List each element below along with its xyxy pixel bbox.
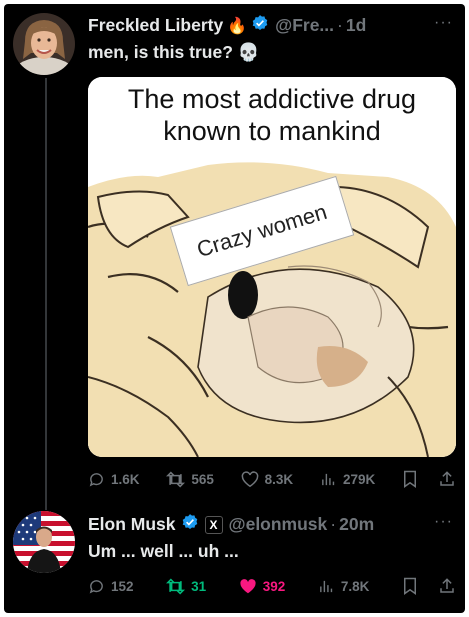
tweet-media-image[interactable]: The most addictive drug known to mankind… <box>88 77 456 457</box>
fire-emoji: 🔥 <box>227 17 248 35</box>
retweet-button[interactable]: 31 <box>166 577 207 595</box>
like-count: 392 <box>262 578 286 594</box>
like-button[interactable]: 8.3K <box>241 470 294 488</box>
views-button[interactable]: 7.8K <box>318 578 370 595</box>
reply-icon <box>89 472 103 487</box>
views-count: 279K <box>342 471 376 487</box>
like-button[interactable]: 392 <box>239 578 286 595</box>
reply-count: 1.6K <box>111 471 140 487</box>
tweet2-text: Um ... well ... uh ... <box>88 541 239 561</box>
tweet1-header: Freckled Liberty 🔥 @Fre... · 1d <box>88 14 366 37</box>
reply-count: 152 <box>111 578 134 594</box>
more-icon[interactable]: ··· <box>434 513 453 531</box>
skull-emoji: 💀 <box>237 42 260 62</box>
tweet-thread: Freckled Liberty 🔥 @Fre... · 1d ··· men,… <box>4 4 465 613</box>
reply-button[interactable]: 1.6K <box>88 471 140 488</box>
views-icon <box>322 473 335 485</box>
x-affiliation-badge[interactable]: X <box>204 515 223 534</box>
like-icon <box>240 578 256 593</box>
tweet2-right-icons <box>402 577 456 595</box>
display-name[interactable]: Freckled Liberty <box>88 15 223 36</box>
meme-caption-line1: The most addictive drug <box>127 84 417 114</box>
views-count: 7.8K <box>340 578 370 594</box>
avatar-freckled-liberty[interactable] <box>13 13 75 75</box>
retweet-button[interactable]: 565 <box>166 470 214 488</box>
like-icon <box>241 470 258 487</box>
share-icon[interactable] <box>438 470 456 488</box>
bookmark-icon[interactable] <box>402 577 418 595</box>
separator-dot: · <box>330 514 337 534</box>
tweet2-header: Elon Musk X @elonmusk · 20m <box>88 513 374 536</box>
views-icon <box>320 580 333 592</box>
retweet-count: 565 <box>191 471 214 487</box>
handle[interactable]: @Fre... <box>275 15 334 36</box>
share-icon[interactable] <box>438 577 456 595</box>
retweet-count: 31 <box>191 578 207 594</box>
separator-dot: · <box>337 15 343 35</box>
tweet1-text: men, is this true? 💀 <box>88 42 260 63</box>
tweet2-actions: 152 31 392 7.8K <box>88 577 456 595</box>
tweet1-actions: 1.6K 565 8.3K 279K <box>88 470 456 488</box>
meme-caption-line2: known to mankind <box>163 116 381 146</box>
reply-button[interactable]: 152 <box>88 578 134 595</box>
bookmark-icon[interactable] <box>402 470 418 488</box>
tweet-body: men, is this true? <box>88 42 238 62</box>
verified-badge-icon[interactable] <box>251 14 269 37</box>
more-icon[interactable]: ··· <box>434 14 453 32</box>
display-name[interactable]: Elon Musk <box>88 514 176 535</box>
timestamp[interactable]: 1d <box>346 15 366 36</box>
avatar-elon-musk[interactable] <box>13 511 75 573</box>
thread-connector <box>45 78 47 510</box>
tweet1-right-icons <box>402 470 456 488</box>
retweet-icon <box>166 470 186 488</box>
meme-caption: The most addictive drug known to mankind <box>88 83 456 147</box>
retweet-icon <box>166 577 186 595</box>
timestamp[interactable]: 20m <box>339 514 374 535</box>
verified-badge-icon[interactable] <box>181 513 199 536</box>
like-count: 8.3K <box>264 471 294 487</box>
views-button[interactable]: 279K <box>320 471 375 488</box>
handle[interactable]: @elonmusk <box>229 514 328 535</box>
reply-icon <box>89 579 103 594</box>
